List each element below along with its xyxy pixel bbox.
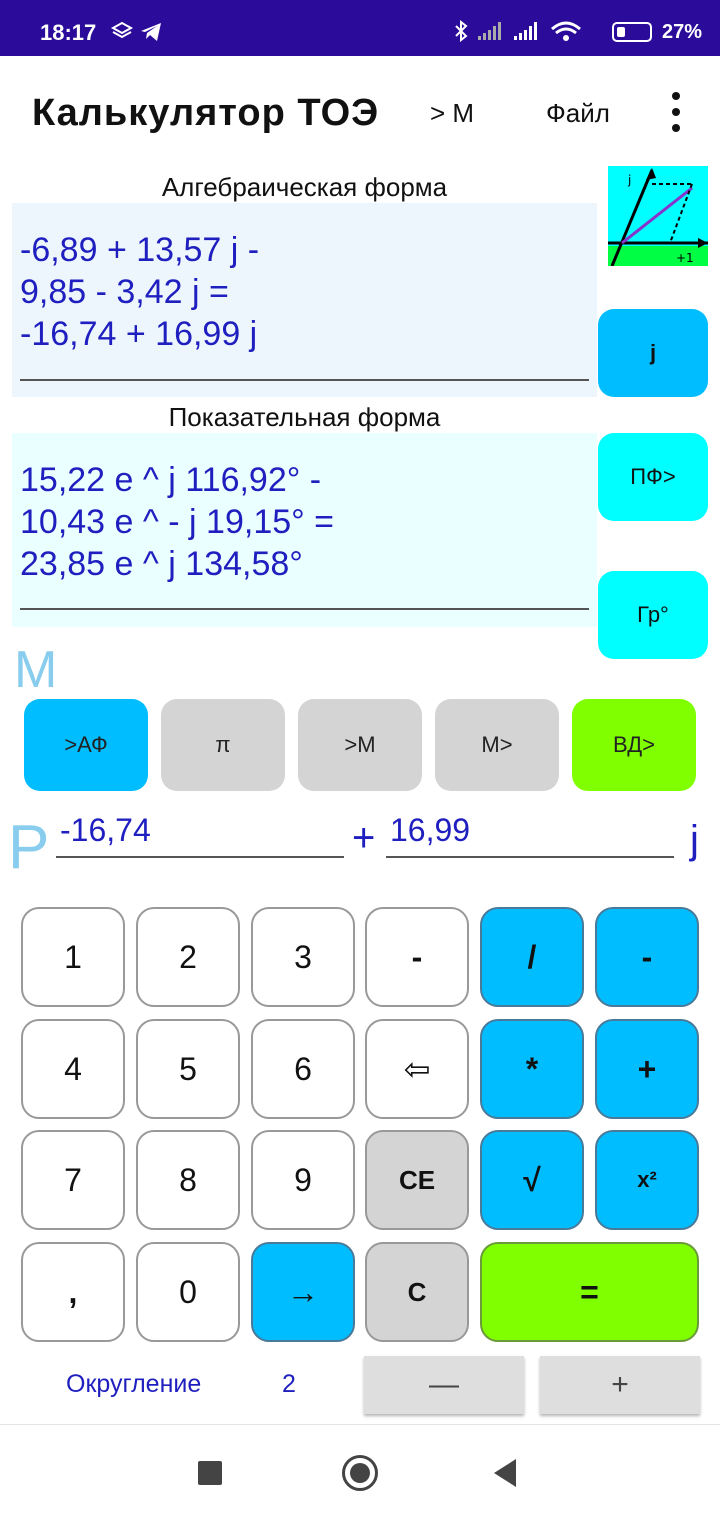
navigation-bar <box>0 1424 720 1520</box>
key-add[interactable]: + <box>595 1019 699 1119</box>
memory-recall-button[interactable]: М> <box>435 699 559 791</box>
exponential-underline <box>20 608 589 610</box>
key-6[interactable]: 6 <box>251 1019 355 1119</box>
file-menu[interactable]: Файл <box>546 98 610 129</box>
rounding-value: 2 <box>282 1370 296 1398</box>
status-right: 27% <box>452 20 702 44</box>
battery-percent: 27% <box>661 20 702 43</box>
key-8[interactable]: 8 <box>136 1130 240 1230</box>
backspace-key[interactable]: ⇦ <box>365 1019 469 1119</box>
comma-key[interactable]: , <box>21 1242 125 1342</box>
key-divide[interactable]: / <box>480 907 584 1007</box>
pi-button[interactable]: π <box>161 699 285 791</box>
equals-key[interactable]: = <box>480 1242 699 1342</box>
rounding-increase-button[interactable]: + <box>540 1356 700 1414</box>
app-title: Калькулятор ТОЭ <box>32 92 380 134</box>
memory-store-button[interactable]: >М <box>298 699 422 791</box>
key-3[interactable]: 3 <box>251 907 355 1007</box>
key-4[interactable]: 4 <box>21 1019 125 1119</box>
exponential-line-2: 10,43 e ^ - j 19,15° = <box>20 503 335 541</box>
exponential-form-display[interactable]: 15,22 e ^ j 116,92° - 10,43 e ^ - j 19,1… <box>12 433 597 627</box>
algebraic-line-1: -6,89 + 13,57 j - <box>20 231 260 269</box>
rounding-label: Округление <box>66 1370 202 1398</box>
key-2[interactable]: 2 <box>136 907 240 1007</box>
home-icon[interactable] <box>342 1455 378 1491</box>
status-bar: 18:17 27% <box>0 0 720 56</box>
status-time: 18:17 <box>40 20 97 45</box>
algebraic-form-display[interactable]: -6,89 + 13,57 j - 9,85 - 3,42 j = -16,74… <box>12 203 597 397</box>
exponential-line-3: 23,85 e ^ j 134,58° <box>20 545 303 583</box>
to-memory-menu[interactable]: > M <box>430 98 474 129</box>
app-bar: Калькулятор ТОЭ > M Файл <box>0 56 720 168</box>
algebraic-line-3: -16,74 + 16,99 j <box>20 315 258 353</box>
algebraic-line-2: 9,85 - 3,42 j = <box>20 273 229 311</box>
layers-telegram-icon <box>110 21 161 41</box>
j-suffix: j <box>690 818 699 862</box>
square-key[interactable]: x² <box>595 1130 699 1230</box>
vector-diagram-icon[interactable]: j +1 <box>608 166 708 266</box>
key-multiply[interactable]: * <box>480 1019 584 1119</box>
imaginary-part-field[interactable]: 16,99 <box>386 812 674 858</box>
graph-plus1-label: +1 <box>676 251 694 265</box>
j-button[interactable]: j <box>598 309 708 397</box>
exponential-line-1: 15,22 e ^ j 116,92° - <box>20 461 322 499</box>
result-label: P <box>8 813 50 882</box>
arrow-right-key[interactable]: → <box>251 1242 355 1342</box>
to-exponential-button[interactable]: ПФ> <box>598 433 708 521</box>
sqrt-key[interactable]: √ <box>480 1130 584 1230</box>
recents-icon[interactable] <box>198 1461 222 1485</box>
algebraic-underline <box>20 379 589 381</box>
algebraic-form-label: Алгебраическая форма <box>161 172 448 202</box>
to-algebraic-button[interactable]: >АФ <box>24 699 148 791</box>
plus-sign: + <box>352 816 376 860</box>
memory-indicator: M <box>14 641 58 699</box>
key-1[interactable]: 1 <box>21 907 125 1007</box>
key-5[interactable]: 5 <box>136 1019 240 1119</box>
battery-icon <box>611 22 652 42</box>
key-subtract[interactable]: - <box>595 907 699 1007</box>
bluetooth-signal-wifi-icon <box>455 20 581 43</box>
clear-key[interactable]: C <box>365 1242 469 1342</box>
degrees-button[interactable]: Гр° <box>598 571 708 659</box>
key-9[interactable]: 9 <box>251 1130 355 1230</box>
clear-entry-key[interactable]: CE <box>365 1130 469 1230</box>
key-7[interactable]: 7 <box>21 1130 125 1230</box>
vd-button[interactable]: ВД> <box>572 699 696 791</box>
back-icon[interactable] <box>494 1459 516 1487</box>
real-part-field[interactable]: -16,74 <box>56 812 344 858</box>
notification-icons <box>110 20 164 50</box>
key-0[interactable]: 0 <box>136 1242 240 1342</box>
key-negate[interactable]: - <box>365 907 469 1007</box>
rounding-decrease-button[interactable]: — <box>364 1356 524 1414</box>
more-options-icon[interactable] <box>664 92 688 132</box>
exponential-form-label: Показательная форма <box>168 402 441 432</box>
graph-j-label: j <box>627 173 631 187</box>
